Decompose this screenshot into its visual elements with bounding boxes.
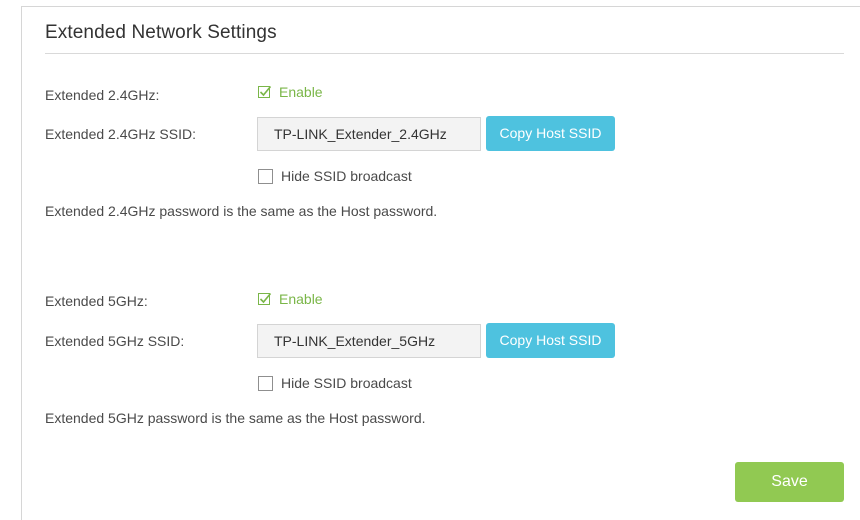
password-note-5ghz: Extended 5GHz password is the same as th… — [45, 410, 426, 426]
enable-24ghz-text: Enable — [279, 84, 323, 100]
extended-24ghz-label: Extended 2.4GHz: — [45, 87, 160, 103]
hide-ssid-5ghz-checkbox[interactable]: Hide SSID broadcast — [258, 375, 412, 391]
checkbox-unchecked-icon — [258, 168, 273, 184]
hide-ssid-24ghz-text: Hide SSID broadcast — [281, 168, 412, 184]
enable-5ghz-checkbox[interactable]: Enable — [258, 291, 323, 307]
save-button[interactable]: Save — [735, 462, 844, 502]
page-title: Extended Network Settings — [45, 22, 277, 43]
copy-host-ssid-24ghz-button[interactable]: Copy Host SSID — [486, 116, 615, 151]
extended-24ghz-ssid-input[interactable] — [257, 117, 481, 151]
extended-5ghz-ssid-label: Extended 5GHz SSID: — [45, 333, 185, 349]
checkbox-unchecked-icon — [258, 375, 273, 391]
hide-ssid-24ghz-checkbox[interactable]: Hide SSID broadcast — [258, 168, 412, 184]
hide-ssid-5ghz-text: Hide SSID broadcast — [281, 375, 412, 391]
enable-5ghz-text: Enable — [279, 291, 323, 307]
extended-5ghz-ssid-input[interactable] — [257, 324, 481, 358]
password-note-24ghz: Extended 2.4GHz password is the same as … — [45, 203, 438, 219]
checkbox-checked-icon — [258, 292, 272, 306]
extended-network-settings-panel: Extended Network Settings Extended 2.4GH… — [21, 6, 860, 520]
extended-5ghz-label: Extended 5GHz: — [45, 293, 148, 309]
enable-24ghz-checkbox[interactable]: Enable — [258, 84, 323, 100]
title-divider — [45, 53, 844, 54]
extended-24ghz-ssid-label: Extended 2.4GHz SSID: — [45, 126, 196, 142]
copy-host-ssid-5ghz-button[interactable]: Copy Host SSID — [486, 323, 615, 358]
checkbox-checked-icon — [258, 85, 272, 99]
